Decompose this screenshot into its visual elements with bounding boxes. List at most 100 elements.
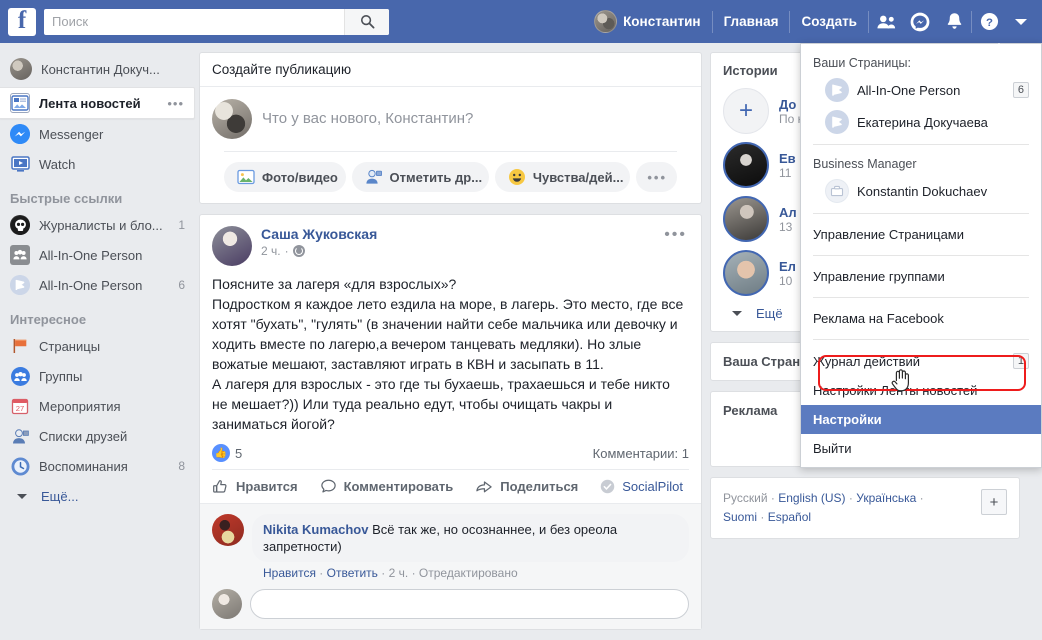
facebook-logo[interactable]: f — [8, 7, 36, 36]
comment-like[interactable]: Нравится — [263, 566, 316, 580]
dropdown-page-all-in-one[interactable]: All-In-One Person 6 — [801, 74, 1041, 106]
composer-input[interactable]: Что у вас нового, Константин? — [262, 99, 689, 139]
avatar — [10, 58, 32, 80]
dropdown-pages-section-title: Ваши Страницы: — [813, 56, 911, 70]
comment-author[interactable]: Nikita Kumachov — [263, 522, 368, 537]
dropdown-item-logout[interactable]: Выйти — [801, 434, 1041, 463]
language-ukrainian[interactable]: Українська — [856, 491, 916, 505]
sidebar-newsfeed-options[interactable]: ••• — [167, 96, 184, 111]
comment-reply[interactable]: Ответить — [327, 566, 378, 580]
top-navigation-bar: f Константин Главная Создать — [0, 0, 1042, 43]
newsfeed-glyph — [11, 95, 29, 111]
divider — [813, 339, 1029, 340]
header-profile-link[interactable]: Константин — [590, 7, 712, 37]
dropdown-bm-konstantin[interactable]: Konstantin Dokuchaev — [801, 175, 1041, 207]
sidebar-item-messenger[interactable]: Messenger — [0, 119, 195, 149]
comment-time[interactable]: 2 ч. — [389, 566, 409, 580]
socialpilot-button[interactable]: SocialPilot — [600, 479, 705, 494]
dropdown-item-newsfeed-settings[interactable]: Настройки Ленты новостей — [801, 376, 1041, 405]
help-icon[interactable]: ? — [972, 7, 1006, 37]
dropdown-item-manage-pages[interactable]: Управление Страницами — [801, 220, 1041, 249]
messenger-icon[interactable] — [903, 7, 937, 37]
sidebar-item-memories[interactable]: Воспоминания 8 — [0, 451, 195, 481]
sidebar-item-all-in-one-group[interactable]: All-In-One Person — [0, 240, 195, 270]
composer-feeling-button[interactable]: Чувства/дей... — [494, 162, 631, 192]
chevron-down-icon — [17, 493, 27, 499]
story-text: Ев 11 — [779, 151, 796, 180]
search-bar[interactable] — [44, 8, 389, 35]
story-name: Ел — [779, 258, 796, 274]
post-action-label: Нравится — [236, 479, 298, 494]
sidebar-item-all-in-one-page[interactable]: All-In-One Person 6 — [0, 270, 195, 300]
sidebar-item-label: Messenger — [39, 126, 104, 142]
groups-icon — [10, 366, 30, 386]
language-english[interactable]: English (US) — [778, 491, 845, 505]
friend-requests-icon[interactable] — [869, 7, 903, 37]
sidebar-item-groups[interactable]: Группы — [0, 361, 195, 391]
sidebar-item-watch[interactable]: Watch — [0, 149, 195, 179]
add-language-button[interactable]: + — [981, 489, 1007, 515]
composer-tag-friends-button[interactable]: Отметить др... — [351, 162, 489, 192]
sidebar-item-friend-lists[interactable]: Списки друзей — [0, 421, 195, 451]
post-timestamp[interactable]: 2 ч. — [261, 244, 281, 258]
composer-photo-video-button[interactable]: Фото/видео — [224, 162, 346, 192]
comment-button[interactable]: Комментировать — [320, 478, 476, 495]
language-suomi[interactable]: Suomi — [723, 510, 757, 524]
story-text: Ел 10 — [779, 259, 796, 288]
sidebar-item-label: Watch — [39, 156, 76, 172]
post-stats: 👍 5 Комментарии: 1 — [200, 436, 701, 469]
tag-glyph — [365, 169, 382, 184]
language-russian[interactable]: Русский — [723, 491, 768, 505]
post-submeta: 2 ч. · — [261, 244, 662, 258]
like-button[interactable]: Нравится — [212, 478, 320, 495]
post-meta: Саша Жуковская 2 ч. · — [261, 226, 662, 266]
post-options-button[interactable]: ••• — [662, 226, 689, 266]
separator: · — [319, 566, 327, 580]
post-comments-count[interactable]: Комментарии: 1 — [593, 446, 689, 461]
ads-title: Реклама — [723, 403, 778, 418]
post-comments-section: Nikita Kumachov Всё так же, но осознанне… — [200, 503, 701, 629]
sidebar-item-events[interactable]: 27 Мероприятия — [0, 391, 195, 421]
socialpilot-icon — [601, 479, 615, 494]
avatar — [212, 99, 252, 139]
sidebar-item-label: All-In-One Person — [39, 277, 143, 293]
dropdown-item-settings[interactable]: Настройки — [801, 405, 1041, 434]
sidebar-item-pages[interactable]: Страницы — [0, 331, 195, 361]
dropdown-item-facebook-ads[interactable]: Реклама на Facebook — [801, 304, 1041, 333]
avatar — [212, 226, 252, 266]
notifications-bell-icon[interactable] — [937, 7, 971, 37]
nav-create[interactable]: Создать — [790, 7, 868, 37]
language-espanol[interactable]: Español — [768, 510, 811, 524]
sidebar-item-badge: 1 — [178, 218, 185, 232]
header-user-name[interactable]: Константин — [623, 7, 712, 37]
search-icon[interactable] — [344, 8, 389, 35]
account-dropdown-toggle[interactable] — [1006, 7, 1036, 37]
separator: · — [381, 566, 389, 580]
sidebar-item-journalists[interactable]: Журналисты и бло... 1 — [0, 210, 195, 240]
flag-glyph — [13, 339, 27, 353]
dropdown-page-ekaterina[interactable]: Екатерина Докучаева — [801, 106, 1041, 138]
dropdown-item-activity-log[interactable]: Журнал действий 1 — [801, 346, 1041, 376]
post-like-count[interactable]: 5 — [235, 446, 242, 461]
dropdown-item-badge: 1 — [1012, 353, 1029, 369]
tag-friends-icon — [365, 168, 383, 186]
sidebar-see-more[interactable]: Ещё... — [0, 481, 195, 511]
comment-input[interactable] — [250, 589, 689, 619]
news-feed-column: Создайте публикацию Что у вас нового, Ко… — [199, 52, 702, 640]
composer-more-button[interactable]: ••• — [636, 162, 677, 192]
page-flag-glyph — [826, 111, 848, 133]
sidebar-item-profile[interactable]: Константин Докуч... — [0, 51, 195, 87]
search-input[interactable] — [44, 9, 344, 34]
share-button[interactable]: Поделиться — [475, 478, 600, 495]
sidebar-item-news-feed[interactable]: Лента новостей ••• — [0, 87, 195, 119]
flag-icon — [10, 336, 30, 356]
language-card: Русский · English (US) · Українська · Suo… — [710, 477, 1020, 539]
dropdown-business-manager-title: Business Manager — [813, 157, 917, 171]
avatar — [594, 10, 618, 33]
dropdown-item-manage-groups[interactable]: Управление группами — [801, 262, 1041, 291]
nav-home[interactable]: Главная — [713, 7, 790, 37]
sidebar-item-label: Списки друзей — [39, 428, 128, 444]
composer-action-label: Фото/видео — [262, 169, 338, 185]
svg-text:?: ? — [986, 17, 993, 29]
post-author-name[interactable]: Саша Жуковская — [261, 226, 662, 242]
